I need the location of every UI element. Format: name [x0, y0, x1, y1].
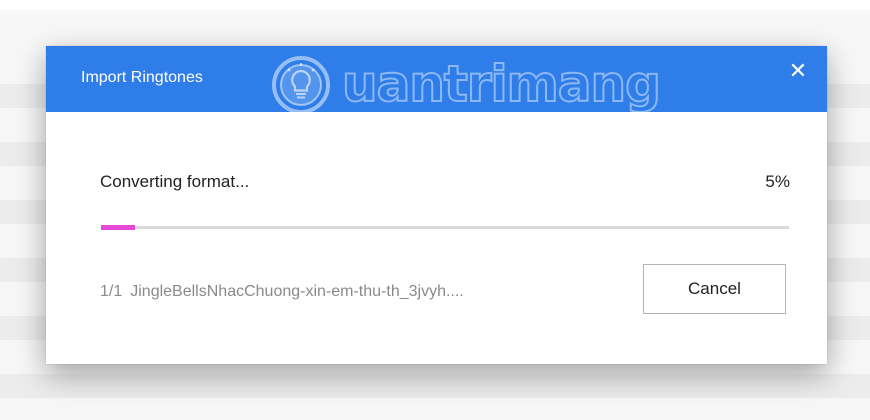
file-info: 1/1 JingleBellsNhacChuong-xin-em-thu-th_3… [100, 283, 464, 301]
background-header [0, 0, 870, 10]
progress-status: Converting format... [100, 172, 250, 191]
close-icon: ✕ [788, 59, 808, 84]
progress-percent: 5% [765, 172, 790, 191]
cancel-button[interactable]: Cancel [643, 264, 786, 314]
progress-bar [101, 225, 789, 230]
progress-bar-fill [101, 225, 136, 230]
import-ringtones-dialog: Import Ringtones ✕ uantrimang Converting… [46, 46, 827, 364]
background-row [0, 374, 870, 398]
close-button[interactable]: ✕ [776, 54, 820, 90]
dialog-titlebar: Import Ringtones ✕ [46, 46, 827, 112]
file-count: 1/1 [100, 283, 123, 300]
file-name: JingleBellsNhacChuong-xin-em-thu-th_3jvy… [130, 283, 464, 300]
dialog-title: Import Ringtones [81, 69, 203, 86]
